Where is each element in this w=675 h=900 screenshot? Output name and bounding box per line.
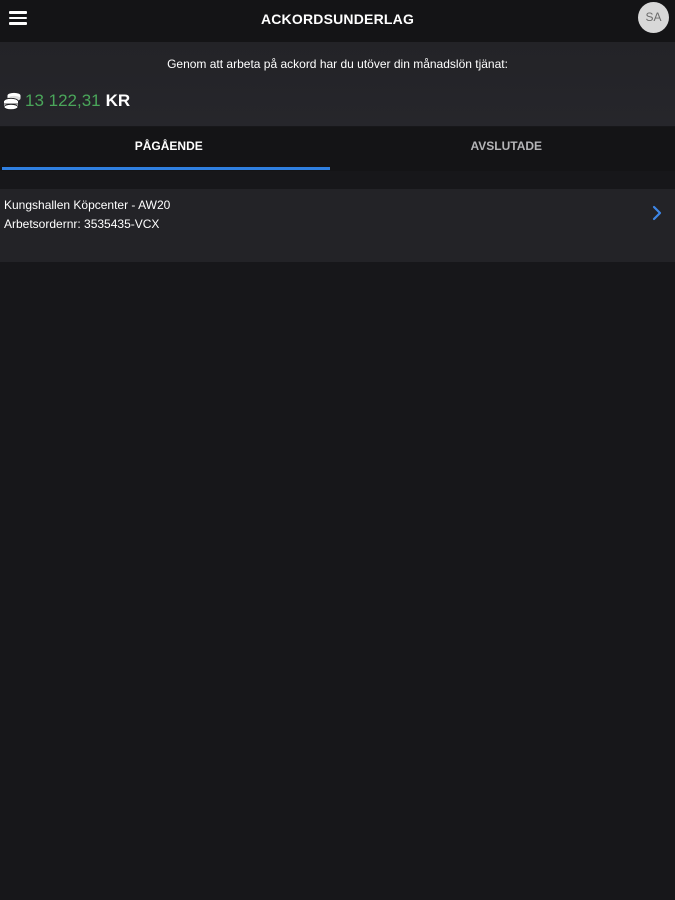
earnings-summary: Genom att arbeta på ackord har du utöver… xyxy=(0,42,675,126)
currency-label: KR xyxy=(105,91,131,110)
tab-avslutade[interactable]: AVSLUTADE xyxy=(338,127,675,171)
tab-bar: PÅGÅENDE AVSLUTADE xyxy=(0,127,675,171)
list-item[interactable]: Kungshallen Köpcenter - AW20 Arbetsorder… xyxy=(0,189,675,262)
list-item-title: Kungshallen Köpcenter - AW20 xyxy=(4,198,171,212)
active-tab-indicator xyxy=(2,167,330,170)
avatar[interactable]: SA xyxy=(638,2,669,33)
page-title: ACKORDSUNDERLAG xyxy=(260,11,415,27)
app-screen: ACKORDSUNDERLAG SA Genom att arbeta på a… xyxy=(0,0,675,900)
list-item-subtitle: Arbetsordernr: 3535435-VCX xyxy=(4,217,160,231)
top-bar: ACKORDSUNDERLAG SA xyxy=(0,0,675,42)
earnings-amount: 13 122,31 xyxy=(25,91,101,110)
chevron-right-icon[interactable] xyxy=(651,205,663,221)
coins-icon xyxy=(3,92,21,111)
summary-text: Genom att arbeta på ackord har du utöver… xyxy=(167,57,508,71)
tab-pagaende[interactable]: PÅGÅENDE xyxy=(0,127,338,171)
earnings-total: 13 122,31 KR xyxy=(2,90,130,112)
